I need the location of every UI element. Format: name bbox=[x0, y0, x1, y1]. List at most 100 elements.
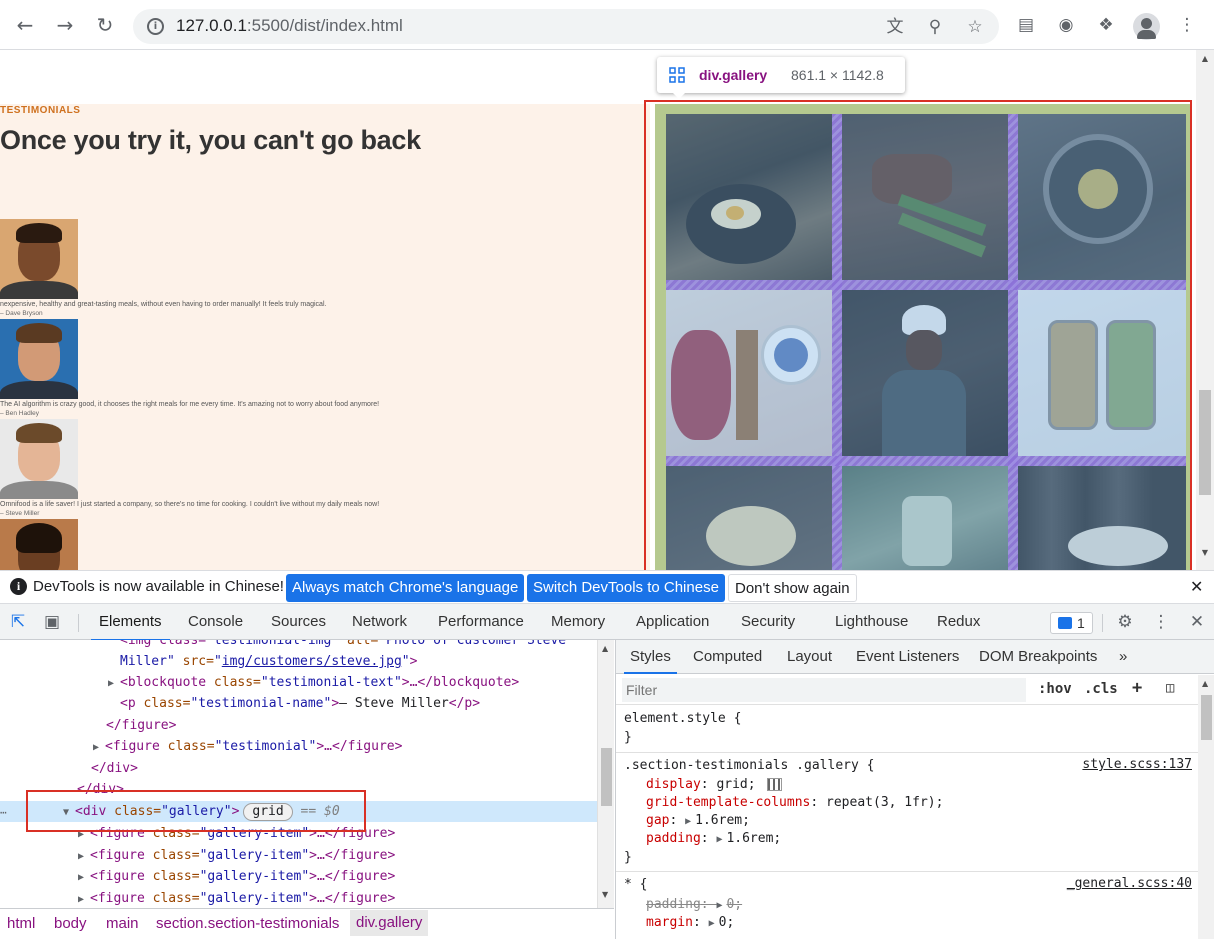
breadcrumb-item-active[interactable]: div.gallery bbox=[350, 910, 429, 936]
resource-link[interactable]: img/customers/steve.jpg bbox=[222, 654, 402, 669]
breadcrumb-item[interactable]: body bbox=[54, 915, 87, 932]
dom-node-line[interactable]: </figure> bbox=[106, 715, 176, 736]
switch-to-chinese-button[interactable]: Switch DevTools to Chinese bbox=[527, 574, 725, 602]
source-link[interactable]: _general.scss:40 bbox=[1067, 876, 1192, 891]
grid-editor-icon[interactable] bbox=[767, 778, 783, 791]
reload-icon[interactable]: ↻ bbox=[92, 12, 118, 38]
ellipsis-icon[interactable]: ⋯ bbox=[0, 806, 7, 819]
breadcrumb-item[interactable]: section.section-testimonials bbox=[156, 915, 339, 932]
annotation-box-gallery bbox=[644, 100, 1192, 570]
issues-counter-button[interactable]: 1 bbox=[1050, 612, 1093, 634]
always-match-language-button[interactable]: Always match Chrome's language bbox=[286, 574, 525, 602]
tab-styles[interactable]: Styles bbox=[624, 648, 677, 674]
back-arrow-icon[interactable]: ← bbox=[12, 12, 38, 38]
bookmark-star-icon[interactable]: ☆ bbox=[965, 17, 985, 37]
extension-eye-icon[interactable]: ◉ bbox=[1055, 14, 1077, 36]
tab-application[interactable]: Application bbox=[636, 613, 709, 630]
dom-node-line[interactable]: </div> bbox=[91, 758, 138, 779]
scrollbar-thumb[interactable] bbox=[1201, 695, 1212, 740]
forward-arrow-icon[interactable]: → bbox=[52, 12, 78, 38]
expand-triangle-icon[interactable]: ▶ bbox=[685, 813, 695, 831]
tab-lighthouse[interactable]: Lighthouse bbox=[835, 613, 908, 630]
settings-gear-icon[interactable]: ⚙ bbox=[1115, 612, 1135, 632]
inspect-tooltip: div.gallery 861.1 × 1142.8 bbox=[657, 57, 905, 99]
tab-performance[interactable]: Performance bbox=[438, 613, 524, 630]
dom-node-line[interactable]: ▶ <figure class="gallery-item">…</figure> bbox=[78, 845, 395, 866]
device-toolbar-icon[interactable]: ▣ bbox=[42, 612, 62, 632]
extension-icon[interactable]: ▤ bbox=[1015, 14, 1037, 36]
testimonial-avatar bbox=[0, 419, 78, 499]
expand-triangle-icon[interactable]: ▶ bbox=[78, 889, 90, 908]
css-declaration[interactable]: margin: ▶ 0; bbox=[646, 914, 734, 932]
testimonial-text: nexpensive, healthy and great-tasting me… bbox=[0, 301, 327, 308]
tab-security[interactable]: Security bbox=[741, 613, 795, 630]
tab-console[interactable]: Console bbox=[188, 613, 243, 630]
scroll-down-arrow-icon[interactable]: ▼ bbox=[1200, 548, 1210, 557]
profile-avatar-icon[interactable] bbox=[1133, 13, 1160, 40]
css-declaration[interactable]: display: grid; bbox=[646, 776, 783, 794]
page-scrollbar[interactable]: ▲ ▼ bbox=[1196, 50, 1214, 570]
zoom-icon[interactable]: ⚲ bbox=[925, 17, 945, 37]
rule-selector[interactable]: element.style { bbox=[624, 710, 741, 728]
rule-selector[interactable]: * { bbox=[624, 876, 647, 894]
dont-show-again-button[interactable]: Don't show again bbox=[728, 574, 857, 602]
dom-node-line[interactable]: <p class="testimonial-name">— Steve Mill… bbox=[120, 693, 480, 714]
styles-filter-input[interactable] bbox=[622, 678, 1026, 702]
breadcrumb-item[interactable]: main bbox=[106, 915, 139, 932]
testimonial-avatar bbox=[0, 319, 78, 399]
dom-node-line[interactable]: ▶ <figure class="gallery-item">…</figure> bbox=[78, 866, 395, 887]
tab-event-listeners[interactable]: Event Listeners bbox=[856, 648, 959, 665]
tab-redux[interactable]: Redux bbox=[937, 613, 980, 630]
translate-icon[interactable]: 文 bbox=[885, 17, 905, 37]
more-tabs-icon[interactable]: » bbox=[1119, 648, 1127, 665]
tab-network[interactable]: Network bbox=[352, 613, 407, 630]
dom-node-line[interactable]: Miller" src="img/customers/steve.jpg"> bbox=[120, 651, 417, 672]
puzzle-extensions-icon[interactable]: ❖ bbox=[1095, 14, 1117, 36]
elements-scrollbar[interactable]: ▲ ▼ bbox=[597, 640, 614, 908]
toggle-sidebar-icon[interactable]: ◫ bbox=[1166, 680, 1174, 696]
url-text[interactable]: 127.0.0.1:5500/dist/index.html bbox=[176, 16, 403, 36]
breadcrumb-item[interactable]: html bbox=[7, 915, 35, 932]
css-declaration[interactable]: padding: ▶ 0; bbox=[646, 896, 742, 914]
site-info-icon[interactable]: i bbox=[147, 18, 164, 35]
dom-node-line[interactable]: ▶ <blockquote class="testimonial-text">…<… bbox=[108, 672, 519, 693]
scrollbar-thumb[interactable] bbox=[601, 748, 612, 806]
scroll-down-arrow-icon[interactable]: ▼ bbox=[602, 890, 608, 899]
tab-layout[interactable]: Layout bbox=[787, 648, 832, 665]
tab-memory[interactable]: Memory bbox=[551, 613, 605, 630]
dom-node-line[interactable]: ▶ <figure class="testimonial">…</figure> bbox=[93, 736, 402, 757]
close-icon[interactable]: ✕ bbox=[1190, 577, 1203, 596]
css-declaration[interactable]: padding: ▶ 1.6rem; bbox=[646, 830, 781, 848]
styles-scrollbar[interactable]: ▲ bbox=[1198, 675, 1214, 939]
more-options-icon[interactable]: ⋮ bbox=[1151, 612, 1171, 632]
scroll-up-arrow-icon[interactable]: ▲ bbox=[1202, 679, 1208, 688]
address-bar[interactable]: i 127.0.0.1:5500/dist/index.html 文 ⚲ ☆ bbox=[133, 9, 999, 44]
rule-selector[interactable]: .section-testimonials .gallery { bbox=[624, 757, 874, 775]
css-declaration[interactable]: gap: ▶ 1.6rem; bbox=[646, 812, 750, 830]
section-subheading: TESTIMONIALS bbox=[0, 105, 81, 116]
scroll-up-arrow-icon[interactable]: ▲ bbox=[1200, 54, 1210, 63]
expand-triangle-icon[interactable]: ▶ bbox=[78, 846, 90, 867]
expand-triangle-icon[interactable]: ▶ bbox=[709, 915, 719, 933]
chrome-menu-icon[interactable]: ⋮ bbox=[1176, 14, 1198, 36]
scrollbar-thumb[interactable] bbox=[1199, 390, 1211, 495]
tab-dom-breakpoints[interactable]: DOM Breakpoints bbox=[979, 648, 1097, 665]
expand-triangle-icon[interactable]: ▶ bbox=[716, 831, 726, 849]
css-declaration[interactable]: grid-template-columns: repeat(3, 1fr); bbox=[646, 794, 943, 812]
tab-elements[interactable]: Elements bbox=[91, 613, 170, 641]
dom-node-line[interactable]: <img class="testimonial-img" alt="Photo … bbox=[120, 640, 566, 651]
tab-computed[interactable]: Computed bbox=[693, 648, 762, 665]
expand-triangle-icon[interactable]: ▶ bbox=[108, 673, 120, 694]
hover-state-toggle[interactable]: :hov bbox=[1038, 681, 1072, 697]
new-style-rule-icon[interactable]: + bbox=[1132, 678, 1142, 698]
expand-triangle-icon[interactable]: ▶ bbox=[93, 737, 105, 758]
class-toggle[interactable]: .cls bbox=[1084, 681, 1118, 697]
inspect-element-icon[interactable]: ⇱ bbox=[8, 612, 28, 632]
close-devtools-icon[interactable]: ✕ bbox=[1187, 612, 1207, 632]
dom-node-line[interactable]: ▶ <figure class="gallery-item">…</figure> bbox=[78, 888, 395, 908]
source-link[interactable]: style.scss:137 bbox=[1082, 757, 1192, 772]
scroll-up-arrow-icon[interactable]: ▲ bbox=[602, 644, 608, 653]
tab-sources[interactable]: Sources bbox=[271, 613, 326, 630]
expand-triangle-icon[interactable]: ▶ bbox=[78, 867, 90, 888]
info-icon: i bbox=[10, 578, 27, 595]
